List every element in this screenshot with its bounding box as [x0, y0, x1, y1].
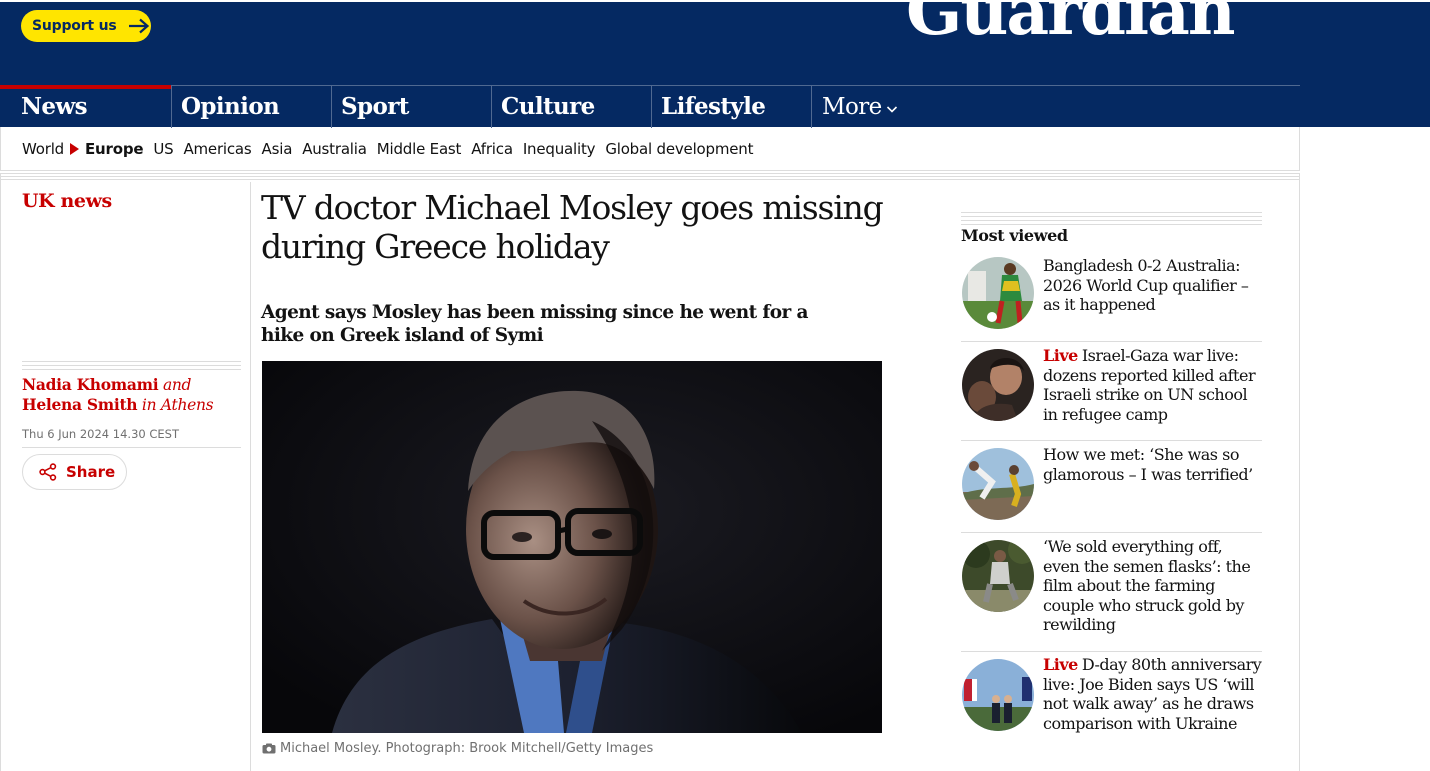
- pillar-label: News: [21, 93, 88, 120]
- share-icon: [39, 463, 57, 481]
- pillar-nav: News Opinion Sport Culture Lifestyle Mor…: [0, 85, 1300, 128]
- logo-text: Guardian: [906, 0, 1234, 40]
- author-link[interactable]: Helena Smith: [22, 395, 138, 414]
- camera-icon: [262, 743, 276, 754]
- subnav-africa[interactable]: Africa: [471, 140, 513, 158]
- subnav-world[interactable]: World: [22, 140, 64, 158]
- byline-location: in Athens: [141, 396, 214, 414]
- pillar-sport[interactable]: Sport: [332, 86, 492, 128]
- author-link[interactable]: Nadia Khomami: [22, 375, 159, 394]
- byline: Nadia Khomami and Helena Smith in Athens: [22, 375, 241, 415]
- section-label[interactable]: UK news: [22, 190, 112, 212]
- image-caption: Michael Mosley. Photograph: Brook Mitche…: [262, 741, 653, 756]
- most-viewed-headline: Live D-day 80th anniversary live: Joe Bid…: [1043, 655, 1263, 733]
- frame-border-left: [0, 182, 1, 771]
- most-viewed-title: Most viewed: [961, 226, 1068, 245]
- item-rule: [961, 532, 1262, 533]
- subnav-australia[interactable]: Australia: [302, 140, 367, 158]
- subnav-us[interactable]: US: [153, 140, 173, 158]
- caption-text: Michael Mosley. Photograph: Brook Mitche…: [280, 741, 654, 756]
- share-button[interactable]: Share: [22, 454, 127, 490]
- pillar-label: Opinion: [181, 93, 280, 120]
- support-us-button[interactable]: Support us: [21, 10, 151, 42]
- pillar-label: Lifestyle: [661, 93, 766, 120]
- subnav-americas[interactable]: Americas: [183, 140, 251, 158]
- pillar-label: Sport: [341, 93, 409, 120]
- most-viewed-item[interactable]: Live D-day 80th anniversary live: Joe Bid…: [961, 651, 1262, 771]
- article-headline: TV doctor Michael Mosley goes missing du…: [261, 188, 884, 266]
- pillar-more[interactable]: More: [812, 86, 898, 128]
- article-standfirst: Agent says Mosley has been missing since…: [261, 302, 809, 346]
- column-divider: [250, 182, 251, 771]
- pillar-culture[interactable]: Culture: [492, 86, 652, 128]
- sub-navigation: World Europe US Americas Asia Australia …: [0, 127, 1300, 171]
- most-viewed-headline: How we met: ‘She was so glamorous – I wa…: [1043, 445, 1263, 484]
- thumbnail-rewilding-image: [962, 540, 1034, 612]
- most-viewed-headline: Bangladesh 0-2 Australia: 2026 World Cup…: [1043, 256, 1263, 315]
- pillar-label: More: [822, 94, 882, 120]
- guardian-logo[interactable]: Guardian: [906, 0, 1234, 40]
- most-viewed-text: ‘We sold everything off, even the semen …: [1043, 537, 1251, 634]
- most-viewed-item[interactable]: ‘We sold everything off, even the semen …: [961, 532, 1262, 650]
- thumbnail-gaza-image: [962, 349, 1034, 421]
- arrow-right-icon: [129, 18, 150, 34]
- item-rule: [961, 440, 1262, 441]
- thumbnail-football-image: [962, 257, 1034, 329]
- live-badge: Live: [1043, 655, 1078, 674]
- portrait-photo: [262, 361, 882, 733]
- most-viewed-item[interactable]: Bangladesh 0-2 Australia: 2026 World Cup…: [961, 252, 1262, 340]
- subnav-middle-east[interactable]: Middle East: [377, 140, 462, 158]
- share-label: Share: [66, 463, 116, 481]
- meta-rule: [22, 447, 241, 448]
- subnav-asia[interactable]: Asia: [262, 140, 293, 158]
- publication-date: Thu 6 Jun 2024 14.30 CEST: [22, 427, 179, 441]
- item-rule: [961, 651, 1262, 652]
- article-main-image: [262, 361, 882, 733]
- byline-and: and: [162, 376, 192, 394]
- pillar-news[interactable]: News: [0, 85, 172, 128]
- pillar-opinion[interactable]: Opinion: [172, 86, 332, 128]
- most-viewed-headline: Live Israel-Gaza war live: dozens reporte…: [1043, 346, 1263, 424]
- frame-border-right: [1299, 182, 1300, 771]
- pillar-label: Culture: [501, 93, 595, 120]
- live-badge: Live: [1043, 346, 1078, 365]
- pillar-lifestyle[interactable]: Lifestyle: [652, 86, 812, 128]
- most-viewed-text: Bangladesh 0-2 Australia: 2026 World Cup…: [1043, 256, 1249, 314]
- meta-divider: [22, 361, 241, 373]
- most-viewed-item[interactable]: Live Israel-Gaza war live: dozens reporte…: [961, 341, 1262, 439]
- subnav-inequality[interactable]: Inequality: [523, 140, 596, 158]
- section-divider: [0, 173, 1300, 182]
- most-viewed-text: How we met: ‘She was so glamorous – I wa…: [1043, 445, 1253, 484]
- thumbnail-dday-image: [962, 659, 1034, 731]
- item-rule: [961, 341, 1262, 342]
- support-us-label: Support us: [32, 18, 117, 34]
- thumbnail-couple-image: [962, 448, 1034, 520]
- chevron-down-icon: [886, 106, 897, 113]
- subnav-global-development[interactable]: Global development: [605, 140, 753, 158]
- most-viewed-item[interactable]: How we met: ‘She was so glamorous – I wa…: [961, 440, 1262, 531]
- subnav-europe[interactable]: Europe: [85, 140, 144, 158]
- current-section-marker-icon: [70, 142, 79, 155]
- most-viewed-headline: ‘We sold everything off, even the semen …: [1043, 537, 1263, 635]
